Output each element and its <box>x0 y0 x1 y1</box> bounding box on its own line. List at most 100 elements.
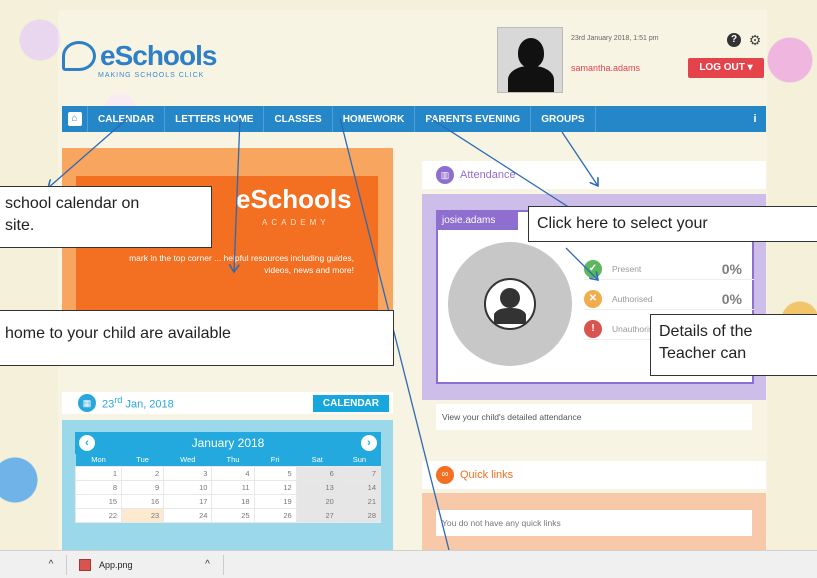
calendar-header: ▦ 23rd Jan, 2018 CALENDAR <box>62 392 393 414</box>
callout-details: Details of the Teacher can <box>650 314 817 376</box>
callout-letters: home to your child are available <box>0 310 394 366</box>
calendar-day[interactable]: 7 <box>337 465 382 481</box>
eschools-logo[interactable]: eSchools <box>62 40 217 72</box>
nav-parents-evening[interactable]: PARENTS EVENING <box>415 106 532 132</box>
nav-groups[interactable]: GROUPS <box>531 106 596 132</box>
calendar-day[interactable]: 10 <box>163 479 213 495</box>
academy-brand: eSchools <box>236 184 352 214</box>
callout-select: Click here to select your <box>528 206 817 242</box>
calendar-day[interactable]: 1 <box>74 465 123 481</box>
calendar-day[interactable]: 25 <box>211 507 255 523</box>
attendance-label: Present <box>612 263 642 274</box>
chevron-left-icon[interactable]: ‹ <box>79 435 95 451</box>
calendar-day[interactable]: 16 <box>121 493 165 509</box>
main-nav: ⌂ CALENDAR LETTERS HOME CLASSES HOMEWORK… <box>62 106 766 132</box>
info-icon[interactable]: i <box>744 106 766 132</box>
calendar-day[interactable]: 4 <box>211 465 255 481</box>
calendar-week: 8 9 10 11 12 13 14 <box>74 479 382 495</box>
weekday-header: Wed <box>163 454 212 466</box>
detailed-attendance-link[interactable]: View your child's detailed attendance <box>436 404 752 430</box>
attendance-title: Attendance <box>460 169 516 181</box>
calendar-day[interactable]: 13 <box>295 479 339 495</box>
calendar-day[interactable]: 26 <box>253 507 297 523</box>
bar-chart-icon: ▥ <box>436 166 454 184</box>
calendar-week: 22 23 24 25 26 27 28 <box>74 507 382 523</box>
download-bar: ^ App.png ^ <box>0 550 817 578</box>
weekday-header: Tue <box>121 454 164 466</box>
home-icon: ⌂ <box>67 112 82 126</box>
callout-calendar: school calendar on site. <box>0 186 212 248</box>
child-avatar <box>484 278 536 330</box>
link-icon: ∞ <box>436 466 454 484</box>
mini-calendar: ‹ January 2018 › Mon Tue Wed Thu Fri Sat Sun 1… <box>62 420 393 550</box>
check-icon: ✓ <box>584 259 602 278</box>
attendance-row-present: ✓ Present 0% <box>584 258 754 280</box>
help-icon[interactable]: ? <box>727 33 741 47</box>
calendar-day[interactable]: 9 <box>121 479 165 495</box>
nav-homework[interactable]: HOMEWORK <box>333 106 416 132</box>
attendance-label: Authorised <box>612 293 653 304</box>
child-selector-tab[interactable]: josie.adams <box>438 212 518 230</box>
academy-sub: ACADEMY <box>262 218 330 227</box>
calendar-day[interactable]: 15 <box>74 493 123 509</box>
image-file-icon <box>79 558 91 571</box>
calendar-day[interactable]: 21 <box>337 493 382 509</box>
calendar-day[interactable]: 11 <box>211 479 255 495</box>
attendance-value: 0% <box>721 290 742 307</box>
logo-text: eSchools <box>100 40 217 71</box>
calendar-day[interactable]: 17 <box>163 493 213 509</box>
username-link[interactable]: samantha.adams <box>571 63 640 73</box>
nav-letters-home[interactable]: LETTERS HOME <box>165 106 265 132</box>
nav-home[interactable]: ⌂ <box>62 106 88 132</box>
chevron-up-icon[interactable]: ^ <box>193 559 223 570</box>
attendance-value: 0% <box>721 260 742 277</box>
calendar-grid: Mon Tue Wed Thu Fri Sat Sun 1 2 3 4 5 6 7 8 9 10 11 12 13 1… <box>74 454 382 523</box>
calendar-day[interactable]: 18 <box>211 493 255 509</box>
calendar-day[interactable]: 27 <box>295 507 339 523</box>
calendar-day[interactable]: 2 <box>121 465 165 481</box>
chevron-right-icon[interactable]: › <box>361 435 377 451</box>
calendar-day[interactable]: 3 <box>163 465 213 481</box>
calendar-icon: ▦ <box>78 394 96 412</box>
calendar-day[interactable]: 14 <box>337 479 382 495</box>
calendar-day[interactable]: 6 <box>295 465 339 481</box>
nav-calendar[interactable]: CALENDAR <box>88 106 166 132</box>
calendar-month-label: January 2018 <box>191 436 265 450</box>
quick-links-header: ∞ Quick links <box>422 461 766 489</box>
gear-icon[interactable]: ⚙ <box>748 33 762 47</box>
logo-mark-icon <box>62 41 96 71</box>
calendar-month-bar: ‹ January 2018 › <box>75 432 381 454</box>
calendar-day[interactable]: 20 <box>295 493 339 509</box>
weekday-header: Mon <box>75 454 122 466</box>
calendar-day[interactable]: 12 <box>253 479 297 495</box>
alert-icon: ! <box>584 319 602 338</box>
calendar-date: 23rd Jan, 2018 <box>102 395 174 411</box>
calendar-day[interactable]: 22 <box>74 507 123 523</box>
calendar-day[interactable]: 8 <box>74 479 123 495</box>
academy-text: mark in the top corner ... helpful resou… <box>129 253 354 275</box>
calendar-day[interactable]: 5 <box>253 465 297 481</box>
attendance-header: ▥ Attendance <box>422 161 766 189</box>
calendar-day[interactable]: 24 <box>163 507 213 523</box>
chevron-up-icon[interactable]: ^ <box>36 559 66 570</box>
attendance-donut <box>448 242 572 366</box>
weekday-header: Sat <box>296 454 339 466</box>
attendance-row-authorised: ✕ Authorised 0% <box>584 288 754 310</box>
weekday-header: Thu <box>211 454 255 466</box>
nav-classes[interactable]: CLASSES <box>264 106 333 132</box>
calendar-week: 1234567 <box>74 465 382 481</box>
avatar[interactable] <box>497 27 563 93</box>
quick-links-empty: You do not have any quick links <box>436 510 752 536</box>
calendar-day[interactable]: 28 <box>337 507 382 523</box>
quick-links-title: Quick links <box>460 469 514 481</box>
download-file-name[interactable]: App.png <box>99 560 133 570</box>
calendar-day[interactable]: 19 <box>253 493 297 509</box>
weekday-header: Sun <box>338 454 381 466</box>
calendar-week: 15 16 17 18 19 20 21 <box>74 493 382 509</box>
calendar-button[interactable]: CALENDAR <box>312 394 389 412</box>
logout-button[interactable]: LOG OUT ▾ <box>688 58 764 78</box>
cross-icon: ✕ <box>584 289 602 308</box>
calendar-day[interactable]: 23 <box>121 507 165 523</box>
weekday-header: Fri <box>254 454 297 466</box>
logo-tagline: MAKING SCHOOLS CLICK <box>98 72 205 79</box>
